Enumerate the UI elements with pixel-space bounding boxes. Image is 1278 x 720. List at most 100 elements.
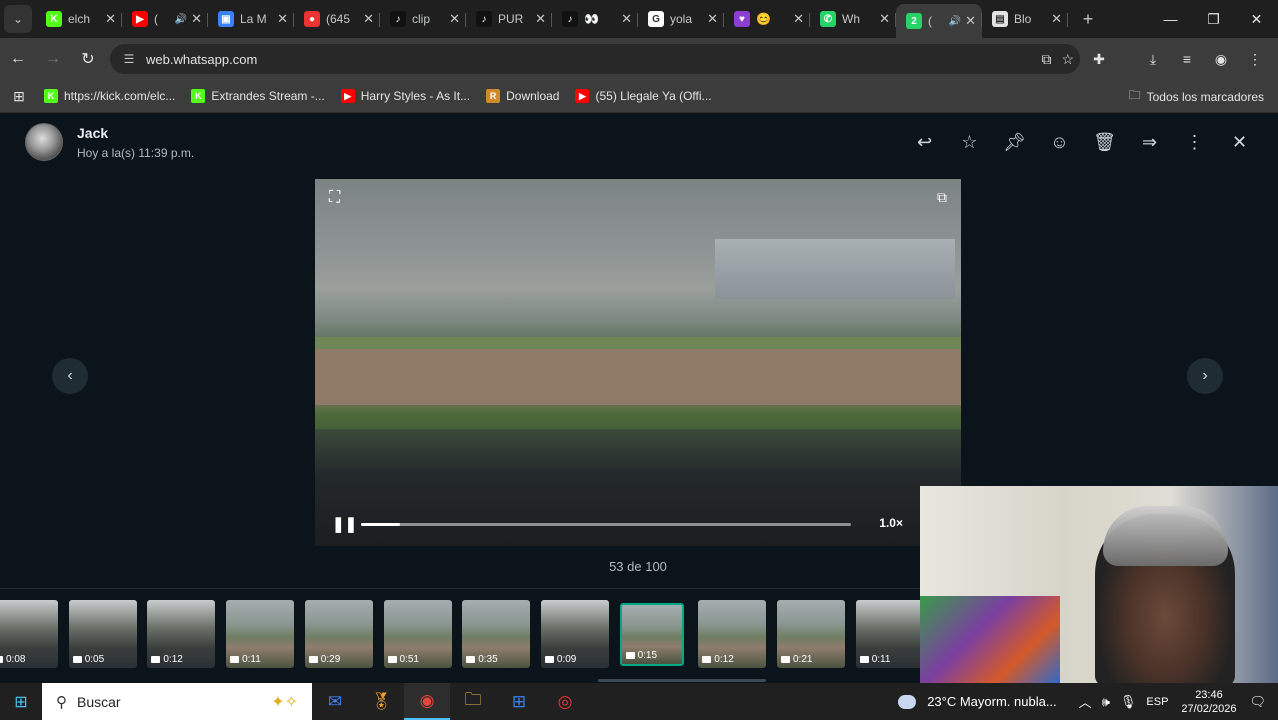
microphone-icon[interactable]: 🎙︎	[1120, 694, 1137, 710]
browser-tab[interactable]: Gyola ✕	[638, 4, 724, 34]
taskbar-search[interactable]: ⚲ Buscar ✦✧	[42, 683, 312, 720]
tray-chevron-icon[interactable]: ︿	[1079, 692, 1092, 711]
close-tab-icon[interactable]: ✕	[879, 11, 890, 27]
install-app-icon[interactable]: ⧉	[1041, 51, 1051, 68]
browser-tab[interactable]: ● (645 ✕	[294, 4, 380, 34]
close-tab-icon[interactable]: ✕	[105, 11, 116, 27]
browser-tab[interactable]: ♪ clip ✕	[380, 4, 466, 34]
close-tab-icon[interactable]: ✕	[965, 13, 976, 29]
close-tab-icon[interactable]: ✕	[621, 11, 632, 27]
file-explorer-icon[interactable]: 🗀	[450, 683, 496, 720]
browser-tab[interactable]: ▶ (🔊 ✕	[122, 4, 208, 34]
tab-audio-icon[interactable]: 🔊	[949, 16, 961, 27]
video-camera-icon	[859, 656, 869, 663]
media-thumbnail[interactable]: 0:11	[855, 600, 920, 668]
browser-tab[interactable]: Kelch ✕	[36, 4, 122, 34]
bookmark-item[interactable]: ▶ (55) Llegale Ya (Offi...	[575, 89, 712, 103]
apps-grid-icon[interactable]: ⊞	[2, 88, 36, 105]
progress-bar[interactable]	[361, 523, 851, 526]
tab-audio-icon[interactable]: 🔊	[175, 14, 187, 25]
downloads-icon[interactable]: ⤓	[1138, 44, 1168, 74]
browser-tab[interactable]: ▤ Blo ✕	[982, 4, 1068, 34]
minimize-button[interactable]: —	[1149, 0, 1192, 38]
weather-widget[interactable]: 23°C Mayorm. nubla...	[898, 694, 1061, 709]
site-info-icon[interactable]: ☰	[114, 52, 144, 66]
bookmark-star-icon[interactable]: ☆	[1061, 51, 1074, 68]
profile-avatar[interactable]: ◉	[1206, 44, 1236, 74]
address-url[interactable]: web.whatsapp.com	[146, 52, 257, 67]
browser-tab[interactable]: ♪ 👀 ✕	[552, 4, 638, 34]
star-icon[interactable]: ☆	[957, 130, 982, 155]
extensions-icon[interactable]: ✚	[1084, 44, 1114, 74]
close-tab-icon[interactable]: ✕	[191, 11, 202, 27]
media-thumbnail[interactable]: 0:51	[383, 600, 452, 668]
pin-icon[interactable]: 📌︎	[1002, 130, 1027, 155]
media-thumbnail[interactable]: 0:21	[777, 600, 845, 668]
browser-tab[interactable]: ✆ Wh ✕	[810, 4, 896, 34]
browser-tab[interactable]: ♥ 😊 ✕	[724, 4, 810, 34]
media-control-icon[interactable]: ≡	[1172, 44, 1202, 74]
more-options-icon[interactable]: ⋮	[1182, 130, 1207, 155]
notifications-icon[interactable]: 🗨︎	[1249, 694, 1266, 710]
thumbnail-scrollbar[interactable]	[598, 679, 766, 682]
next-media-button[interactable]: ›	[1187, 358, 1223, 394]
youtube-icon: ▶	[132, 11, 148, 27]
back-button[interactable]: ←	[1, 42, 35, 76]
delete-icon[interactable]: 🗑︎	[1092, 130, 1117, 155]
bookmark-item[interactable]: K Extrandes Stream -...	[191, 89, 325, 103]
outlook-icon[interactable]: ✉	[312, 683, 358, 720]
reply-icon[interactable]: ↩	[912, 130, 937, 155]
video-player[interactable]: ⛶ ⧉ ❚❚ 1.0×	[315, 179, 961, 546]
fullscreen-icon[interactable]: ⛶	[329, 189, 340, 207]
media-thumbnail[interactable]: 0:12	[147, 600, 216, 668]
bookmark-item[interactable]: ▶ Harry Styles - As It...	[340, 89, 470, 103]
close-tab-icon[interactable]: ✕	[535, 11, 546, 27]
badge-app-icon[interactable]: 🏅︎	[358, 683, 404, 720]
chrome-menu-icon[interactable]: ⋮	[1240, 44, 1270, 74]
close-window-button[interactable]: ✕	[1235, 0, 1278, 38]
picture-in-picture-icon[interactable]: ⧉	[937, 189, 947, 206]
reload-button[interactable]: ↻	[71, 42, 105, 76]
close-tab-icon[interactable]: ✕	[449, 11, 460, 27]
language-indicator[interactable]: ESP	[1146, 696, 1168, 708]
browser-tab[interactable]: ♪ PUR ✕	[466, 4, 552, 34]
media-thumbnail[interactable]: 0:35	[462, 600, 531, 668]
close-tab-icon[interactable]: ✕	[363, 11, 374, 27]
new-tab-button[interactable]: +	[1074, 9, 1102, 30]
close-tab-icon[interactable]: ✕	[793, 11, 804, 27]
avatar[interactable]	[25, 123, 63, 161]
close-icon[interactable]: ✕	[1227, 130, 1252, 155]
media-thumbnail[interactable]: 0:15	[619, 603, 684, 666]
media-thumbnail[interactable]: 0:09	[540, 600, 609, 668]
media-thumbnail[interactable]: 0:11	[226, 600, 295, 668]
bookmark-item[interactable]: R Download	[486, 89, 559, 103]
close-tab-icon[interactable]: ✕	[1051, 11, 1062, 27]
bookmark-item[interactable]: Khttps://kick.com/elc...	[44, 89, 175, 103]
media-thumbnail[interactable]: 0:12	[698, 600, 767, 668]
all-bookmarks-button[interactable]: 🗀 Todos los marcadores	[1129, 80, 1264, 113]
forward-button[interactable]: →	[36, 42, 70, 76]
media-thumbnail[interactable]: 0:29	[304, 600, 373, 668]
media-thumbnail[interactable]: 0:05	[68, 600, 137, 668]
playback-speed-button[interactable]: 1.0×	[879, 516, 903, 530]
restore-button[interactable]: ❐	[1192, 0, 1235, 38]
close-tab-icon[interactable]: ✕	[707, 11, 718, 27]
tab-search-chevron-icon[interactable]: ⌄	[4, 5, 32, 33]
bookmark-favicon-icon: K	[44, 89, 58, 103]
duration-text: 0:51	[399, 654, 419, 665]
clock[interactable]: 23:46 27/02/2026	[1181, 688, 1236, 716]
store-icon[interactable]: ⊞	[496, 683, 542, 720]
browser-tab[interactable]: 2 (🔊 ✕	[896, 4, 982, 38]
pause-icon[interactable]: ❚❚	[332, 515, 357, 533]
forward-icon[interactable]: ⇒	[1137, 130, 1162, 155]
close-tab-icon[interactable]: ✕	[277, 11, 288, 27]
chrome-icon[interactable]: ◉	[404, 683, 450, 720]
media-thumbnail[interactable]: 0:08	[0, 600, 58, 668]
obs-icon[interactable]: ◎	[542, 683, 588, 720]
volume-icon[interactable]: 🕪	[1102, 694, 1110, 710]
react-emoji-icon[interactable]: ☺	[1047, 130, 1072, 155]
browser-tab[interactable]: ▣ La M ✕	[208, 4, 294, 34]
previous-media-button[interactable]: ‹	[52, 358, 88, 394]
address-bar[interactable]: ☰ web.whatsapp.com ⧉ ☆	[110, 44, 1080, 74]
start-button[interactable]: ⊞	[0, 683, 42, 720]
